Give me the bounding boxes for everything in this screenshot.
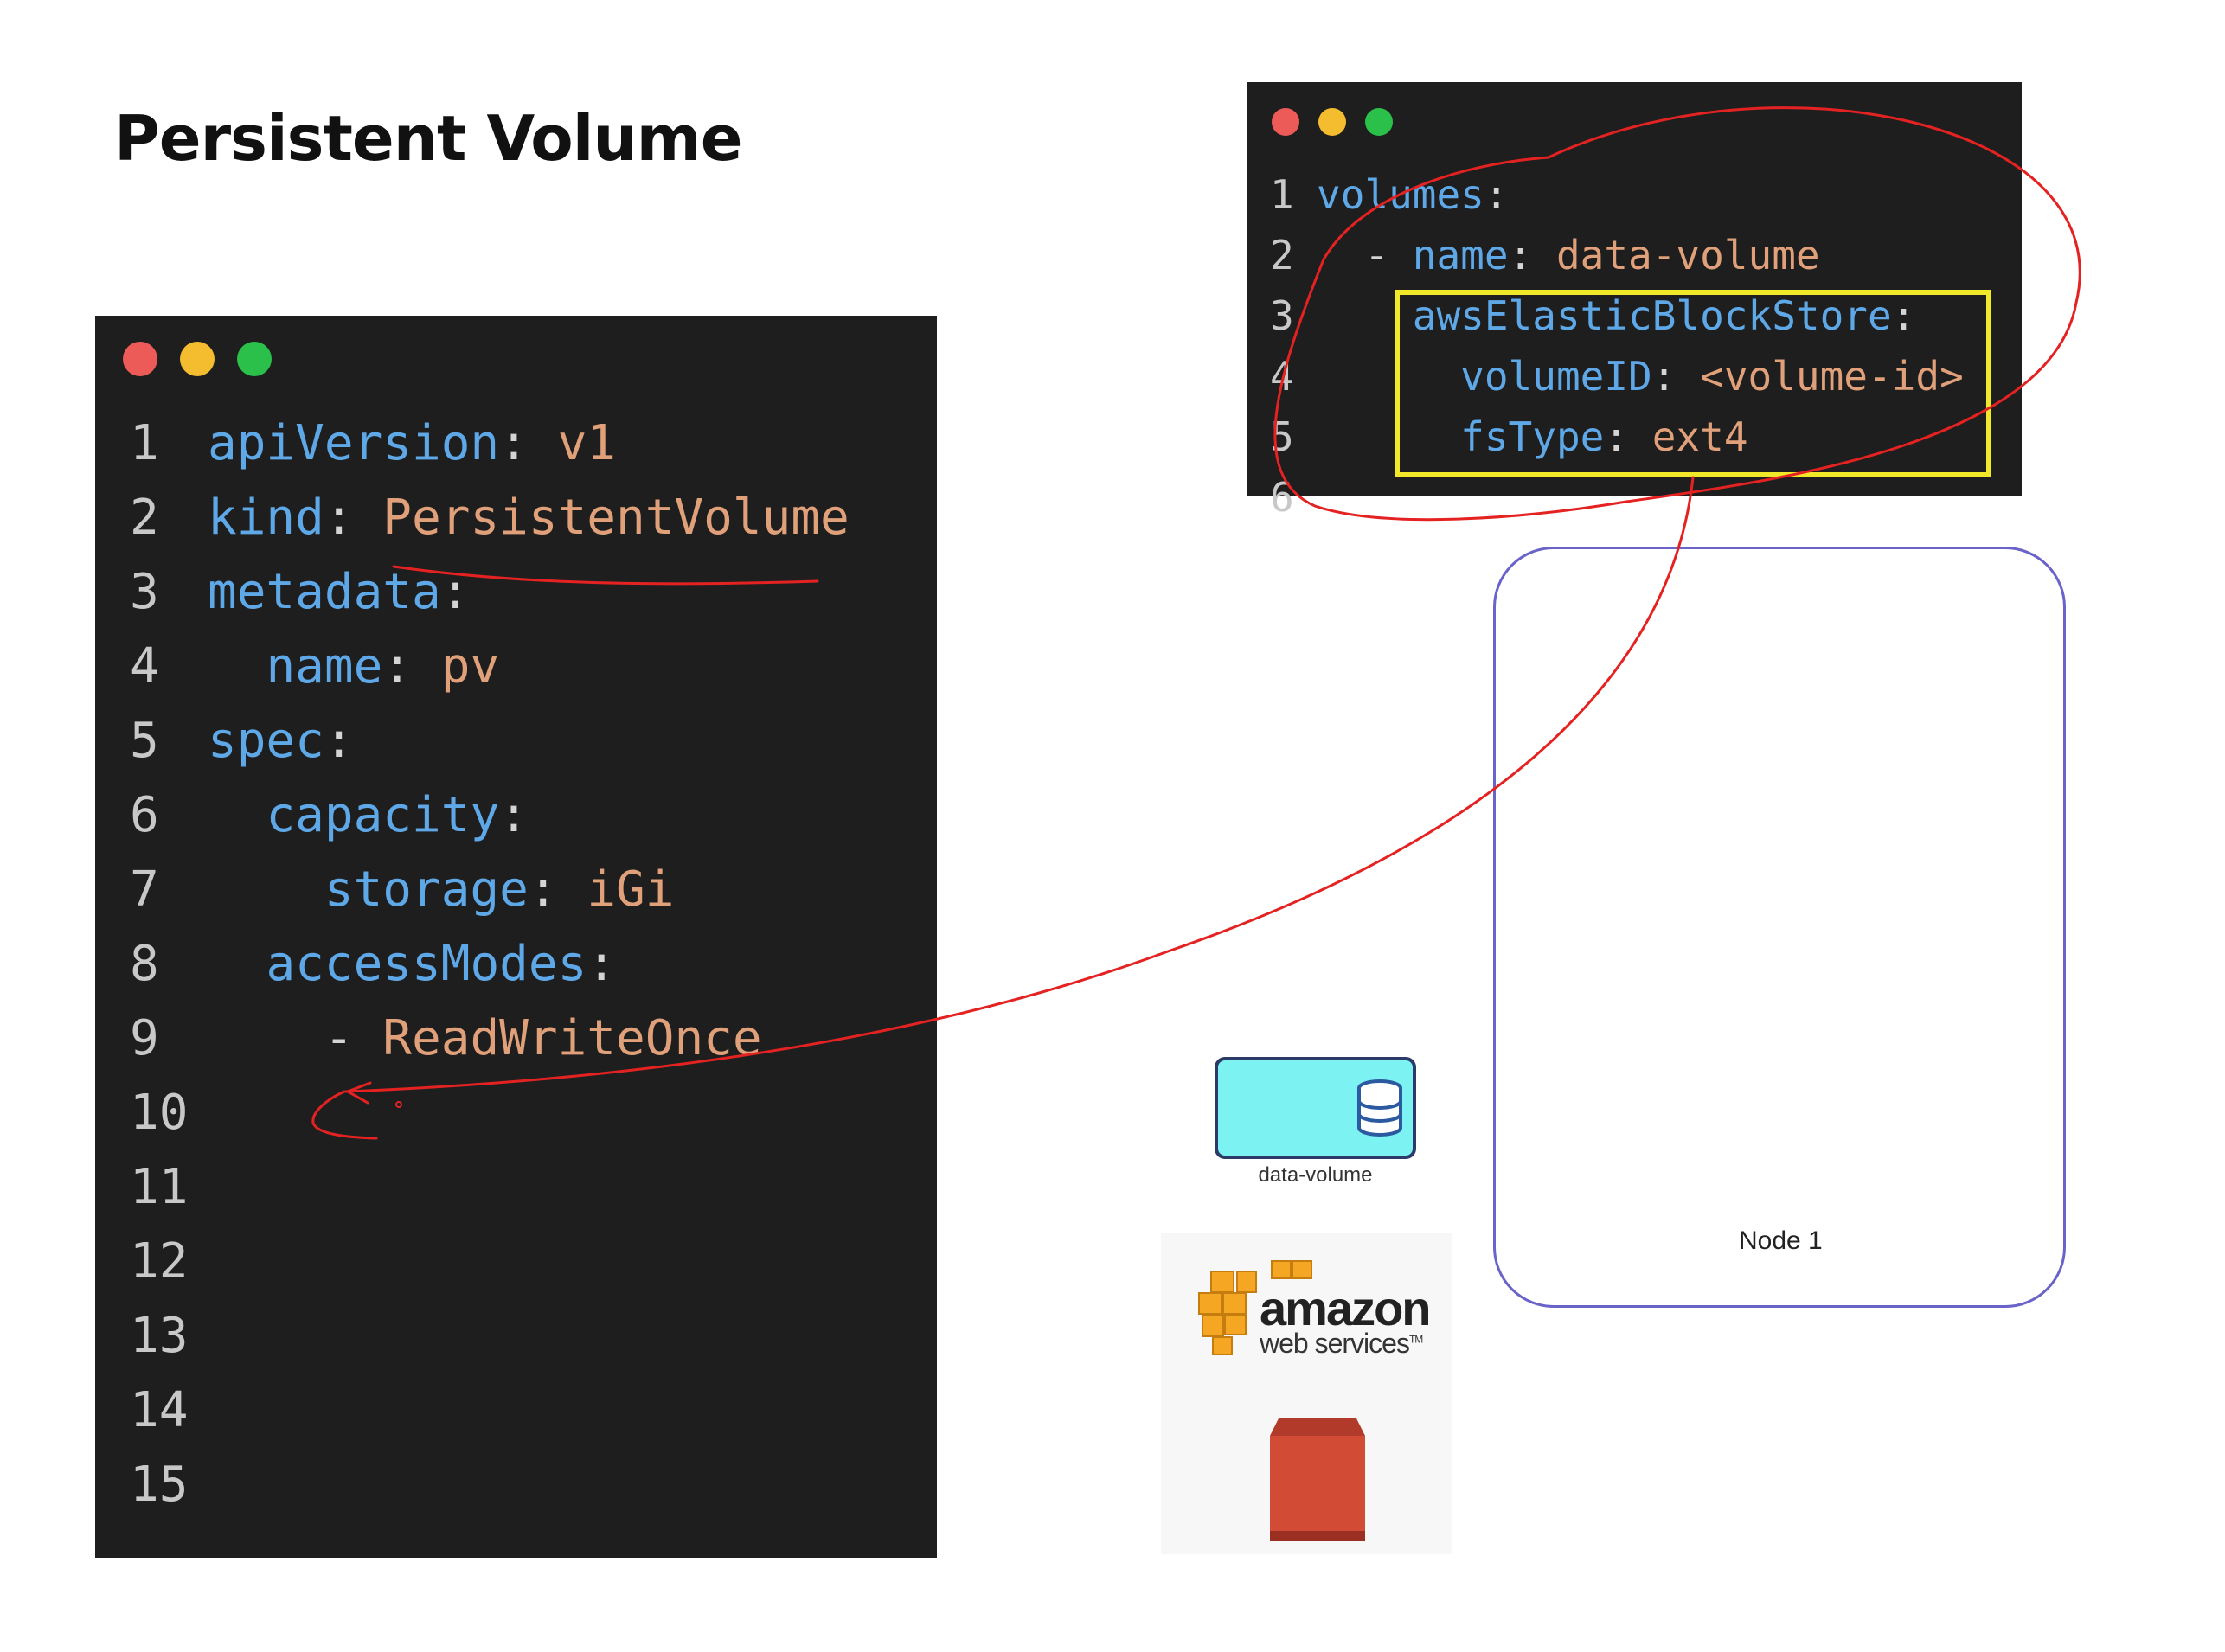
- maximize-dot-icon: [1365, 108, 1393, 136]
- minimize-dot-icon: [180, 342, 215, 376]
- code-line: 5 spec:: [130, 715, 354, 767]
- database-icon: [1357, 1079, 1402, 1137]
- line-number: 12: [130, 1233, 189, 1290]
- code-separator: :: [324, 713, 354, 769]
- code-separator: :: [528, 861, 587, 918]
- line-number: 1: [130, 415, 159, 471]
- code-separator: :: [499, 415, 558, 471]
- code-separator: -: [324, 1010, 383, 1066]
- node-box: [1493, 547, 2066, 1308]
- code-value: v1: [557, 415, 617, 471]
- code-dash: -: [1364, 232, 1413, 279]
- code-value: data-volume: [1555, 232, 1820, 279]
- code-key: metadata: [208, 564, 441, 620]
- line-number: 5: [1270, 413, 1294, 460]
- line-number: 9: [130, 1010, 159, 1066]
- code-line: 13: [130, 1310, 208, 1362]
- line-number: 7: [130, 861, 159, 918]
- line-number: 5: [130, 713, 159, 769]
- code-line: 9 - ReadWriteOnce: [130, 1013, 762, 1065]
- code-value: ReadWriteOnce: [382, 1010, 762, 1066]
- code-key: spec: [208, 713, 324, 769]
- line-number: 2: [130, 490, 159, 546]
- code-line: 14: [130, 1385, 208, 1437]
- aws-block-store-highlight: [1395, 290, 1991, 477]
- code-key: apiVersion: [208, 415, 500, 471]
- pv-code-editor: 1 apiVersion: v1 2 kind: PersistentVolume 3 m…: [95, 316, 937, 1558]
- line-number: 2: [1270, 232, 1294, 279]
- line-number: 4: [1270, 353, 1294, 400]
- code-separator: :: [499, 787, 529, 843]
- line-number: 4: [130, 638, 159, 695]
- code-line: 8 accessModes:: [130, 938, 616, 990]
- code-key: name: [266, 638, 383, 695]
- code-line: 2 kind: PersistentVolume: [130, 492, 850, 544]
- code-key: accessModes: [266, 936, 587, 992]
- line-number: 13: [130, 1308, 189, 1364]
- code-line: 10: [130, 1087, 208, 1139]
- code-line: 11: [130, 1162, 208, 1213]
- line-number: 10: [130, 1085, 189, 1141]
- code-separator: :: [587, 936, 617, 992]
- aws-logo-subtext: web servicesTM: [1260, 1328, 1423, 1359]
- code-key: capacity: [266, 787, 500, 843]
- code-key: volumes: [1317, 171, 1484, 218]
- close-dot-icon: [123, 342, 157, 376]
- code-key: kind: [208, 490, 324, 546]
- code-line: 4 name: pv: [130, 641, 499, 693]
- code-key: name: [1412, 232, 1509, 279]
- code-value: PersistentVolume: [382, 490, 850, 546]
- code-line: 6: [1270, 476, 1317, 519]
- line-number: 3: [130, 564, 159, 620]
- window-controls: [1272, 108, 1393, 136]
- code-line: 1 apiVersion: v1: [130, 418, 616, 470]
- minimize-dot-icon: [1318, 108, 1346, 136]
- maximize-dot-icon: [237, 342, 272, 376]
- code-line: 15: [130, 1459, 208, 1511]
- data-volume-label: data-volume: [1258, 1163, 1373, 1187]
- code-separator: :: [1484, 171, 1509, 218]
- code-line: 7 storage: iGi: [130, 864, 674, 916]
- node-label: Node 1: [1739, 1226, 1823, 1255]
- code-separator: :: [440, 564, 471, 620]
- line-number: 6: [1270, 474, 1294, 521]
- code-line: 2 - name: data-volume: [1270, 234, 1820, 277]
- line-number: 15: [130, 1457, 189, 1513]
- code-value: pv: [440, 638, 500, 695]
- code-separator: :: [382, 638, 441, 695]
- code-separator: :: [1508, 232, 1556, 279]
- code-line: 1 volumes:: [1270, 173, 1509, 216]
- code-line: 3 metadata:: [130, 567, 470, 618]
- slide-title: Persistent Volume: [114, 102, 743, 175]
- code-line: 12: [130, 1236, 208, 1288]
- code-value: iGi: [587, 861, 675, 918]
- code-line: 6 capacity:: [130, 790, 529, 842]
- data-volume-box: [1215, 1057, 1416, 1159]
- code-key: storage: [324, 861, 529, 918]
- line-number: 14: [130, 1382, 189, 1438]
- close-dot-icon: [1272, 108, 1299, 136]
- code-separator: :: [324, 490, 383, 546]
- window-controls: [123, 342, 272, 376]
- line-number: 1: [1270, 171, 1294, 218]
- line-number: 11: [130, 1159, 189, 1215]
- line-number: 6: [130, 787, 159, 843]
- line-number: 8: [130, 936, 159, 992]
- line-number: 3: [1270, 292, 1294, 339]
